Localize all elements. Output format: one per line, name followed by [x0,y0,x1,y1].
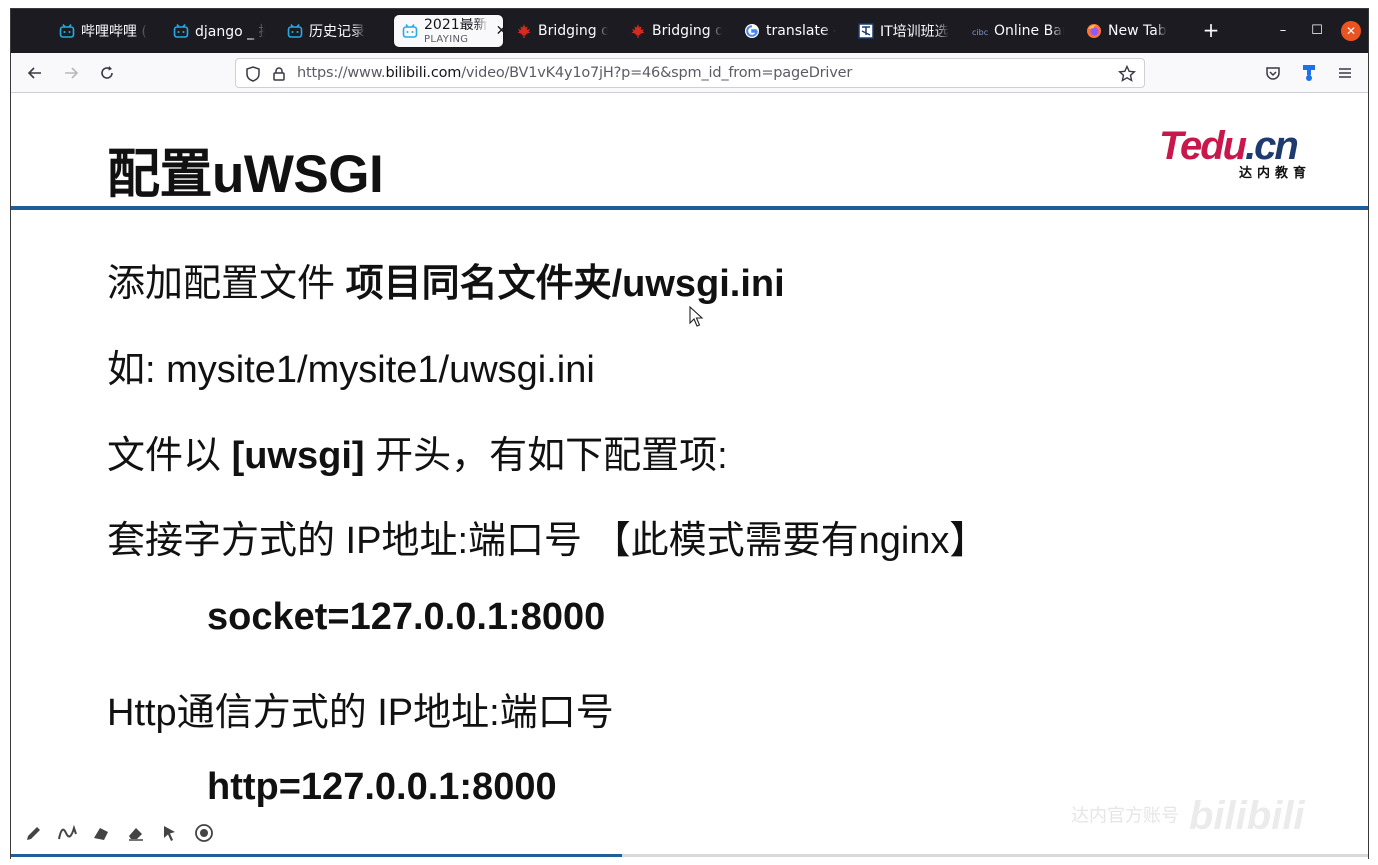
close-tab-icon[interactable]: ✕ [496,23,503,39]
eraser-icon[interactable] [125,822,147,844]
record-icon[interactable] [193,822,215,844]
tab-translate[interactable]: translate - [736,15,844,47]
tab-playing-indicator: PLAYING [424,33,469,45]
bilibili-watermark: 达内官方账号 bilibili [1071,794,1305,839]
lock-icon[interactable] [270,65,288,83]
code-http: http=127.0.0.1:8000 [207,766,557,808]
tab-it-training[interactable]: IT培训班选 [850,15,958,47]
url-domain: bilibili.com [385,65,462,81]
curve-icon[interactable] [57,822,79,844]
line-bold-text: [uwsgi] [231,435,365,477]
dictionary-icon [858,23,874,39]
bookmark-star-icon[interactable] [1118,65,1136,83]
bilibili-icon [59,23,75,39]
extension-icon[interactable] [1297,61,1321,85]
video-slide[interactable]: 配置uWSGI Tedu.cn 达内教育 添加配置文件 项目同名文件夹/uwsg… [11,94,1368,860]
tab-label: django _ 接 [195,24,265,40]
menu-icon[interactable] [1333,61,1357,85]
bilibili-icon [402,23,418,39]
back-icon[interactable] [23,61,47,85]
line-text: 开头，有如下配置项: [364,435,728,477]
tab-label: 历史记录 [309,24,365,40]
tab-history[interactable]: 历史记录 [279,15,387,47]
slide-title: 配置uWSGI [107,145,384,204]
pen-icon[interactable] [23,822,45,844]
google-icon [744,23,760,39]
tab-bridging-2[interactable]: Bridging o [622,15,730,47]
svg-text:cibc: cibc [972,28,988,37]
minimize-icon[interactable]: – [1273,21,1293,41]
pocket-icon[interactable] [1261,61,1285,85]
watermark-text: 达内官方账号 [1071,805,1179,826]
maple-leaf-icon [516,23,532,39]
tab-label: 哔哩哔哩 ( [81,24,147,40]
tab-label: New Tab [1108,23,1167,39]
close-window-icon[interactable]: ✕ [1341,21,1361,41]
slide-line-section-header: 文件以 [uwsgi] 开头，有如下配置项: [107,424,728,479]
tab-bar: 哔哩哔哩 ( django _ 接 历史记录 2021最新 PLAYING ✕ … [11,9,1368,53]
maple-leaf-icon [630,23,646,39]
watermark-brand: bilibili [1189,794,1305,838]
tab-bilibili-home[interactable]: 哔哩哔哩 ( [51,15,159,47]
reload-icon[interactable] [95,61,119,85]
tab-title-block: 2021最新 PLAYING [424,18,488,45]
tab-label: 2021最新 [424,17,488,32]
slide-line-example: 如: mysite1/mysite1/uwsgi.ini [107,349,595,391]
line-bold-text: 项目同名文件夹/uwsgi.ini [345,263,785,305]
address-bar[interactable]: https://www.bilibili.com/video/BV1vK4y1o… [235,58,1145,88]
mouse-pointer-icon [689,306,704,327]
url-text[interactable]: https://www.bilibili.com/video/BV1vK4y1o… [297,65,852,81]
code-socket: socket=127.0.0.1:8000 [207,596,606,638]
tab-label: Bridging o [652,23,722,39]
annotation-toolbar [23,822,215,844]
cibc-icon: cibc [972,23,988,39]
video-progress-bar[interactable] [11,854,1368,857]
tedu-logo: Tedu.cn 达内教育 [1159,126,1321,181]
slide-line-http-mode: Http通信方式的 IP地址:端口号 [107,692,614,734]
tab-django[interactable]: django _ 接 [165,15,273,47]
logo-subtitle: 达内教育 [1239,166,1312,181]
tab-label: translate - [766,23,836,39]
tab-bridging-1[interactable]: Bridging o [508,15,616,47]
bilibili-icon [287,23,303,39]
browser-window: 哔哩哔哩 ( django _ 接 历史记录 2021最新 PLAYING ✕ … [10,8,1369,860]
tab-active-video[interactable]: 2021最新 PLAYING ✕ [394,15,503,47]
firefox-icon [1086,23,1102,39]
tab-label: IT培训班选 [880,24,949,40]
slide-line-config-file: 添加配置文件 项目同名文件夹/uwsgi.ini [107,252,785,307]
pointer-tool-icon[interactable] [159,822,181,844]
slide-line-socket-mode: 套接字方式的 IP地址:端口号 【此模式需要有nginx】 [107,520,988,562]
logo-wordmark: Tedu.cn [1159,126,1321,166]
video-progress-fill [11,854,622,857]
url-path: /video/BV1vK4y1o7jH?p=46&spm_id_from=pag… [461,65,853,81]
url-prefix: https://www. [297,65,386,81]
forward-icon[interactable] [59,61,83,85]
tab-new-tab[interactable]: New Tab [1078,15,1186,47]
highlighter-icon[interactable] [91,822,113,844]
tab-label: Online Ban [994,23,1064,39]
maximize-icon[interactable]: ☐ [1307,21,1327,41]
tab-label: Bridging o [538,23,608,39]
navigation-toolbar: https://www.bilibili.com/video/BV1vK4y1o… [11,53,1368,93]
title-divider [11,206,1368,210]
bilibili-icon [173,23,189,39]
shield-icon[interactable] [244,65,262,83]
tab-online-banking[interactable]: cibc Online Ban [964,15,1072,47]
new-tab-button[interactable]: + [1199,19,1223,43]
line-text: 文件以 [107,435,232,477]
line-text: 添加配置文件 [107,263,346,305]
logo-text: Tedu [1159,124,1247,168]
